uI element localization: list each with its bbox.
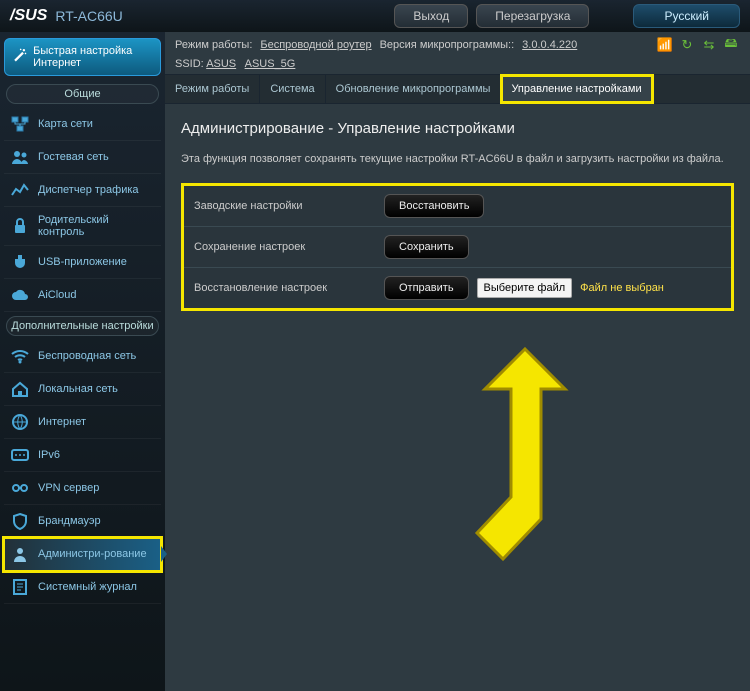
home-icon [10,380,30,398]
logout-button[interactable]: Выход [394,4,468,28]
admin-icon [10,545,30,563]
section-general: Общие [6,84,159,104]
network-map-icon [10,115,30,133]
row-label: Восстановление настроек [194,282,384,294]
nav-label: VPN сервер [38,482,99,494]
nav-traffic-manager[interactable]: Диспетчер трафика [4,174,161,207]
tab-operation-mode[interactable]: Режим работы [165,75,260,103]
row-restore-settings: Восстановление настроек Отправить Выбери… [184,268,731,308]
cloud-icon [10,286,30,304]
nav-label: Диспетчер трафика [38,184,139,196]
log-icon [10,578,30,596]
page-title: Администрирование - Управление настройка… [181,120,734,137]
row-label: Заводские настройки [194,200,384,212]
nav-label: Интернет [38,416,86,428]
nav-label: Родительский контроль [38,214,155,238]
nav-label: Локальная сеть [38,383,118,395]
fw-label: Версия микропрограммы:: [380,39,515,51]
ssid-5-link[interactable]: ASUS_5G [245,58,296,70]
settings-table: Заводские настройки Восстановить Сохране… [181,183,734,311]
tab-system[interactable]: Система [260,75,325,103]
tab-bar: Режим работы Система Обновление микропро… [165,75,750,104]
nav-lan[interactable]: Локальная сеть [4,373,161,406]
nav-label: Беспроводная сеть [38,350,136,362]
fw-link[interactable]: 3.0.0.4.220 [522,39,577,51]
ssid-24-link[interactable]: ASUS [206,58,236,70]
sidebar: Быстрая настройка Интернет Общие Карта с… [0,32,165,691]
nav-label: Карта сети [38,118,93,130]
nav-label: Гостевая сеть [38,151,109,163]
lock-icon [10,217,30,235]
model-name: RT-AC66U [55,8,122,24]
nav-label: AiCloud [38,289,77,301]
refresh-icon[interactable]: ↻ [678,36,696,54]
restore-defaults-button[interactable]: Восстановить [384,194,484,218]
reboot-button[interactable]: Перезагрузка [476,4,589,28]
status-bar: Режим работы: Беспроводной роутер Версия… [165,32,750,75]
mode-label: Режим работы: [175,39,252,51]
nav-label: Брандмауэр [38,515,101,527]
page-description: Эта функция позволяет сохранять текущие … [181,153,734,165]
nav-ipv6[interactable]: IPv6 [4,439,161,472]
nav-firewall[interactable]: Брандмауэр [4,505,161,538]
quick-setup-button[interactable]: Быстрая настройка Интернет [4,38,161,76]
nav-usb-app[interactable]: USB-приложение [4,246,161,279]
content-area: Администрирование - Управление настройка… [165,104,750,691]
nav-label: USB-приложение [38,256,127,268]
mode-link[interactable]: Беспроводной роутер [260,39,371,51]
nav-label: IPv6 [38,449,60,461]
globe-icon [10,413,30,431]
ipv6-icon [10,446,30,464]
header: /SUS RT-AC66U Выход Перезагрузка Русский [0,0,750,32]
brand-logo: /SUS [10,7,47,25]
nav-guest-network[interactable]: Гостевая сеть [4,141,161,174]
choose-file-button[interactable]: Выберите файл [477,278,573,298]
row-save-settings: Сохранение настроек Сохранить [184,227,731,268]
nav-network-map[interactable]: Карта сети [4,108,161,141]
guest-icon [10,148,30,166]
nav-label: Администри-рование [38,548,147,560]
nav-aicloud[interactable]: AiCloud [4,279,161,312]
tab-settings-management[interactable]: Управление настройками [501,75,652,103]
main-panel: Режим работы: Беспроводной роутер Версия… [165,32,750,691]
vpn-icon [10,479,30,497]
language-select[interactable]: Русский [633,4,740,28]
nav-vpn[interactable]: VPN сервер [4,472,161,505]
nav-administration[interactable]: Администри-рование [4,538,161,571]
storage-icon[interactable]: 🖴 [722,36,740,54]
ssid-label: SSID: [175,58,204,70]
plugin-icon [10,253,30,271]
quick-setup-label: Быстрая настройка Интернет [33,45,154,69]
nav-parental-control[interactable]: Родительский контроль [4,207,161,246]
save-settings-button[interactable]: Сохранить [384,235,469,259]
annotation-arrow [415,339,595,599]
nav-wan[interactable]: Интернет [4,406,161,439]
wand-icon [11,47,27,67]
nav-wireless[interactable]: Беспроводная сеть [4,340,161,373]
wifi-icon [10,347,30,365]
row-label: Сохранение настроек [194,241,384,253]
file-status: Файл не выбран [580,282,664,294]
shield-icon [10,512,30,530]
traffic-icon [10,181,30,199]
upload-settings-button[interactable]: Отправить [384,276,469,300]
nav-system-log[interactable]: Системный журнал [4,571,161,604]
usb-icon[interactable]: ⇆ [700,36,718,54]
section-advanced: Дополнительные настройки [6,316,159,336]
nav-label: Системный журнал [38,581,137,593]
tab-firmware-upgrade[interactable]: Обновление микропрограммы [326,75,502,103]
signal-icon[interactable]: 📶 [656,36,674,54]
row-factory-defaults: Заводские настройки Восстановить [184,186,731,227]
